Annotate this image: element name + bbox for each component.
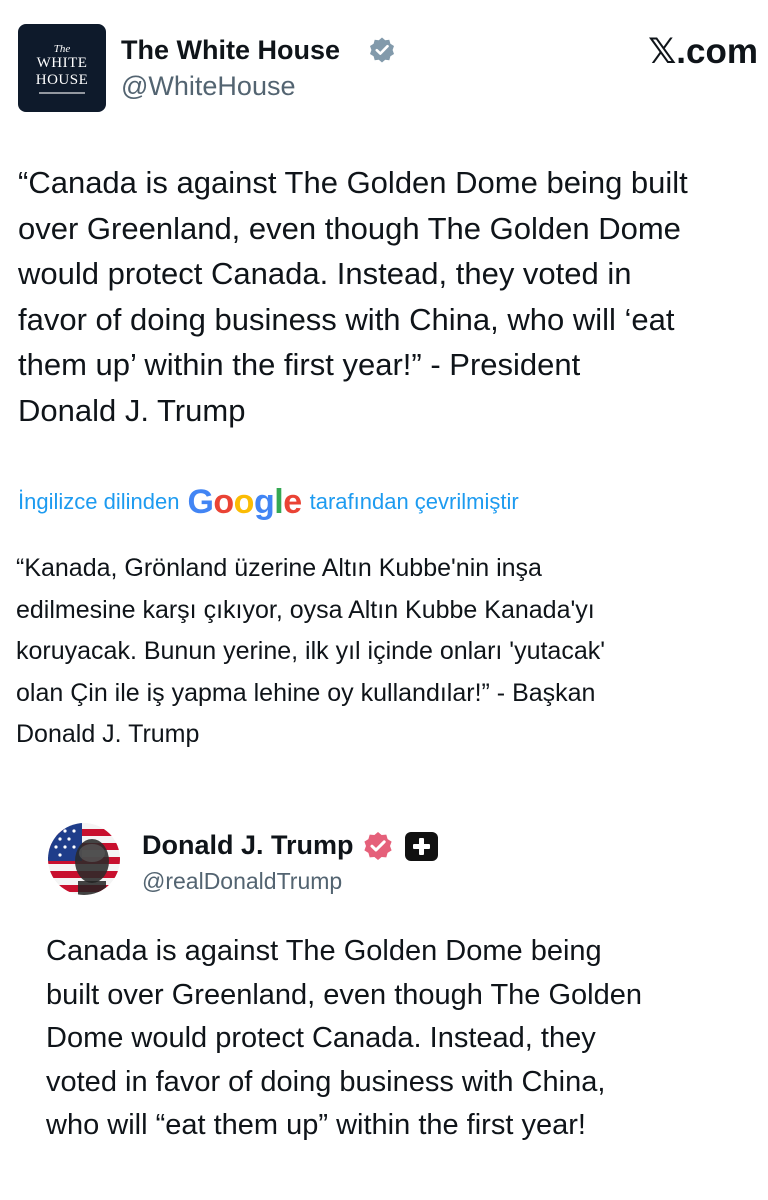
google-letter: g (253, 482, 275, 521)
quoted-post-text: Canada is against The Golden Dome being … (46, 935, 642, 1142)
google-logo-icon: Google (187, 482, 302, 522)
google-letter: G (187, 482, 214, 521)
plus-badge-icon (405, 832, 438, 861)
avatar-text-line1: WHITE (36, 54, 88, 71)
avatar-decoration (39, 91, 85, 94)
flag-portrait-avatar-icon (48, 823, 120, 895)
translated-post-text: “Kanada, Grönland üzerine Altın Kubbe'ni… (16, 554, 606, 748)
white-house-avatar[interactable]: The WHITE HOUSE (18, 24, 106, 112)
site-label: 𝕏.com (648, 32, 758, 72)
post-text: “Canada is against The Golden Dome being… (18, 165, 688, 428)
avatar-text-top: The (53, 42, 71, 55)
translation-prefix: İngilizce dilinden (18, 489, 180, 514)
google-letter: o (213, 482, 234, 521)
post-screenshot: The WHITE HOUSE The White House @WhiteHo… (0, 0, 768, 1200)
avatar-text-line2: HOUSE (35, 71, 89, 88)
quoted-author-display-name[interactable]: Donald J. Trump (142, 828, 354, 862)
google-letter: o (233, 482, 255, 521)
quoted-author-avatar[interactable] (48, 823, 120, 895)
x-logo-icon: 𝕏 (648, 32, 677, 72)
author-handle[interactable]: @WhiteHouse (121, 70, 295, 102)
google-letter: l (274, 482, 284, 521)
translation-attribution[interactable]: İngilizce dilinden Google tarafından çev… (18, 482, 519, 522)
verified-gold-badge-icon (364, 832, 392, 860)
translation-suffix: tarafından çevrilmiştir (309, 489, 519, 514)
post-header: The WHITE HOUSE The White House @WhiteHo… (18, 24, 758, 112)
google-letter: e (283, 482, 302, 521)
site-label-suffix: .com (676, 32, 758, 71)
author-display-name[interactable]: The White House (121, 34, 340, 66)
verified-gray-badge-icon (370, 37, 394, 63)
quoted-author-handle[interactable]: @realDonaldTrump (142, 866, 342, 896)
